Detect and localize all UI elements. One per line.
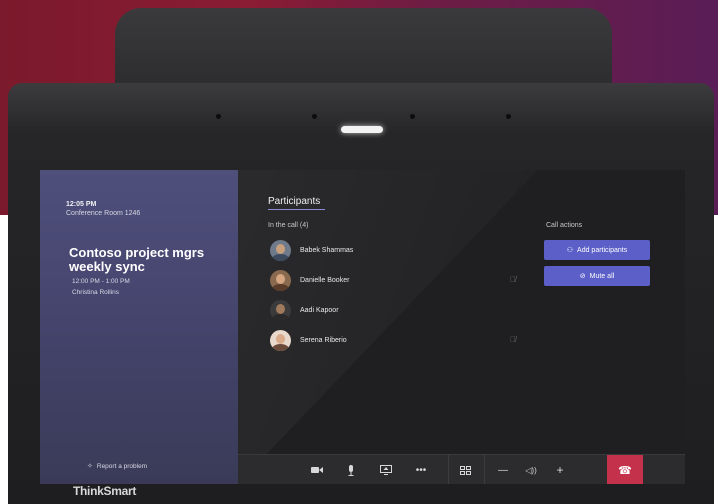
hang-up-button[interactable]: ☎ (607, 455, 643, 484)
in-call-label: In the call (4) (268, 222, 309, 229)
microphone-muted-icon: 🎙̸ (510, 335, 516, 344)
participant-name: Aadi Kapoor (300, 306, 339, 314)
avatar-face (276, 333, 285, 344)
touch-screen: 12:05 PM Conference Room 1246 Contoso pr… (40, 170, 685, 484)
toolbar-divider (448, 455, 449, 484)
participant-row[interactable]: Babek Shammas (270, 239, 520, 261)
add-participants-label: Add participants (577, 246, 628, 254)
microphone-muted-icon: 🎙̸ (510, 275, 516, 284)
hang-up-icon: ☎ (618, 464, 632, 477)
gear-icon: ✧ (87, 463, 93, 470)
avatar-body (272, 313, 289, 321)
camera-icon[interactable] (304, 455, 330, 484)
report-problem-label: Report a problem (96, 462, 148, 470)
microphone-icon[interactable] (338, 455, 364, 484)
avatar (270, 299, 291, 321)
participant-row[interactable]: Serena Riberio (270, 329, 520, 351)
share-screen-icon[interactable] (373, 455, 399, 484)
avatar (270, 329, 291, 351)
sensor-dot (410, 114, 415, 119)
participant-name: Serena Riberio (300, 336, 347, 344)
avatar (270, 269, 291, 291)
add-participants-button[interactable]: ⚇ Add participants (544, 240, 650, 260)
mute-all-label: Mute all (589, 272, 615, 280)
title-underline (268, 209, 325, 210)
meeting-title: Contoso project mgrs weekly sync (69, 245, 205, 274)
avatar-body (272, 253, 289, 261)
participants-title: Participants (268, 196, 321, 207)
status-led (341, 126, 383, 133)
avatar-face (276, 273, 285, 284)
volume-down-icon[interactable]: — (493, 455, 513, 484)
toolbar-divider (484, 455, 485, 484)
participant-row[interactable]: Danielle Booker (270, 269, 520, 291)
sensor-dot (216, 114, 221, 119)
call-toolbar: ••• — ◁)) + ☎ (238, 454, 685, 484)
more-options-icon[interactable]: ••• (408, 455, 434, 484)
meeting-info-panel: 12:05 PM Conference Room 1246 Contoso pr… (40, 170, 238, 484)
avatar-face (276, 243, 285, 254)
clock-time: 12:05 PM (66, 201, 97, 208)
call-actions-label: Call actions (546, 222, 583, 229)
brand-logo: ThinkSmart (73, 484, 137, 498)
participant-name: Babek Shammas (300, 246, 354, 254)
sensor-dot (312, 114, 317, 119)
report-problem-button[interactable]: ✧ Report a problem (87, 462, 148, 471)
meeting-time: 12:00 PM - 1:00 PM (72, 278, 130, 285)
add-person-icon: ⚇ (566, 247, 574, 254)
mute-all-button[interactable]: ⊘ Mute all (544, 266, 650, 286)
volume-icon: ◁)) (525, 465, 537, 475)
participant-row[interactable]: Aadi Kapoor (270, 299, 520, 321)
volume-up-icon[interactable]: + (550, 455, 570, 484)
avatar-body (272, 283, 289, 291)
participant-name: Danielle Booker (300, 276, 350, 284)
avatar-face (276, 303, 285, 314)
room-name: Conference Room 1246 (66, 210, 141, 217)
avatar-body (272, 343, 289, 351)
avatar (270, 239, 291, 261)
screen-glare (238, 170, 538, 484)
sensor-dot (506, 114, 511, 119)
layout-icon[interactable] (450, 455, 480, 484)
microphone-off-icon: ⊘ (579, 273, 586, 280)
meeting-organizer: Christina Rollins (72, 289, 119, 296)
